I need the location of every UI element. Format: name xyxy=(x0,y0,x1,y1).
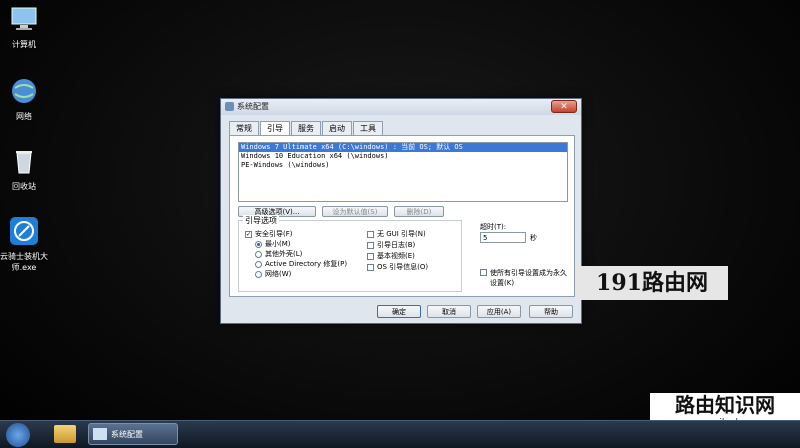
checkbox-icon xyxy=(367,241,374,249)
alternate-shell-radio[interactable]: 其他外壳(L) xyxy=(255,249,302,259)
desktop-icon-yunqishi[interactable]: 云骑士装机大师.exe xyxy=(0,216,54,273)
desktop-icon-network[interactable]: 网络 xyxy=(0,76,54,122)
minimal-radio[interactable]: 最小(M) xyxy=(255,239,291,249)
timeout-input[interactable]: 5 xyxy=(480,232,526,243)
help-button[interactable]: 帮助 xyxy=(529,305,573,318)
desktop-icon-label: 回收站 xyxy=(12,182,36,191)
timeout-unit: 秒 xyxy=(530,234,537,242)
dialog-title: 系统配置 xyxy=(237,102,269,111)
os-list-item[interactable]: Windows 7 Ultimate x64 (C:\windows) : 当前… xyxy=(239,143,567,152)
desktop-icon-label: 网络 xyxy=(16,112,32,121)
system-config-icon xyxy=(93,428,107,440)
checkbox-checked-icon: ✓ xyxy=(245,230,252,238)
taskbar: 系统配置 xyxy=(0,420,800,448)
permanent-settings-label: 使所有引导设置成为永久设置(K) xyxy=(490,269,567,287)
os-list-item[interactable]: Windows 10 Education x64 (\windows) xyxy=(239,152,567,161)
tab-bar: 常规 引导 服务 启动 工具 xyxy=(229,121,384,138)
checkbox-icon xyxy=(367,263,374,271)
delete-button[interactable]: 删除(D) xyxy=(394,206,444,217)
desktop-icon-label: 云骑士装机大师.exe xyxy=(0,252,48,272)
radio-icon xyxy=(255,270,262,278)
ok-button[interactable]: 确定 xyxy=(377,305,421,318)
taskbar-item-label: 系统配置 xyxy=(111,429,143,439)
network-globe-icon xyxy=(12,79,36,103)
watermark-191: 191路由网 xyxy=(576,266,728,300)
taskbar-item-system-config[interactable]: 系统配置 xyxy=(88,423,178,445)
timeout-label: 超时(T): xyxy=(480,223,507,231)
os-boot-info-label: OS 引导信息(O) xyxy=(377,263,429,271)
boot-options-title: 引导选项 xyxy=(243,215,279,226)
file-explorer-icon[interactable] xyxy=(54,425,76,443)
desktop-icon-label: 计算机 xyxy=(12,40,36,49)
tab-tools[interactable]: 工具 xyxy=(353,121,383,136)
os-list[interactable]: Windows 7 Ultimate x64 (C:\windows) : 当前… xyxy=(238,142,568,202)
desktop-icon-computer[interactable]: 计算机 xyxy=(0,4,54,50)
yunqishi-app-icon xyxy=(10,217,38,245)
close-button[interactable]: ✕ xyxy=(551,100,577,113)
system-config-icon xyxy=(225,102,234,111)
apply-button[interactable]: 应用(A) xyxy=(477,305,521,318)
radio-selected-icon xyxy=(255,240,262,248)
tab-services[interactable]: 服务 xyxy=(291,121,321,136)
start-button-icon[interactable] xyxy=(6,423,30,447)
tab-startup[interactable]: 启动 xyxy=(322,121,352,136)
os-list-item[interactable]: PE-Windows (\windows) xyxy=(239,161,567,170)
network-label: 网络(W) xyxy=(265,270,292,278)
safe-boot-label: 安全引导(F) xyxy=(255,230,293,238)
recycle-bin-icon xyxy=(16,151,32,174)
checkbox-icon xyxy=(367,230,374,238)
dialog-titlebar[interactable]: 系统配置 ✕ xyxy=(221,99,581,115)
boot-options-group: 引导选项 ✓ 安全引导(F) 最小(M) 其他外壳(L) Active Dire… xyxy=(238,215,462,292)
boot-log-checkbox[interactable]: 引导日志(B) xyxy=(367,240,415,250)
network-radio[interactable]: 网络(W) xyxy=(255,269,291,279)
checkbox-icon xyxy=(367,252,374,260)
boot-tab-panel: Windows 7 Ultimate x64 (C:\windows) : 当前… xyxy=(229,135,575,297)
checkbox-icon xyxy=(480,269,487,276)
desktop-icon-recycle-bin[interactable]: 回收站 xyxy=(0,146,54,192)
computer-icon xyxy=(11,7,37,30)
radio-icon xyxy=(255,260,262,268)
active-directory-radio[interactable]: Active Directory 修复(P) xyxy=(255,259,347,269)
active-directory-label: Active Directory 修复(P) xyxy=(265,260,348,268)
set-default-button[interactable]: 设为默认值(S) xyxy=(322,206,388,217)
tab-general[interactable]: 常规 xyxy=(229,121,259,136)
radio-icon xyxy=(255,250,262,258)
system-config-dialog: 系统配置 ✕ 常规 引导 服务 启动 工具 Windows 7 Ultimate… xyxy=(220,98,582,324)
minimal-label: 最小(M) xyxy=(265,240,291,248)
watermark-title: 路由知识网 xyxy=(675,393,775,417)
safe-boot-checkbox[interactable]: ✓ 安全引导(F) xyxy=(245,229,293,239)
boot-log-label: 引导日志(B) xyxy=(377,241,416,249)
base-video-checkbox[interactable]: 基本视频(E) xyxy=(367,251,415,261)
cancel-button[interactable]: 取消 xyxy=(427,305,471,318)
alternate-shell-label: 其他外壳(L) xyxy=(265,250,303,258)
base-video-label: 基本视频(E) xyxy=(377,252,415,260)
os-boot-info-checkbox[interactable]: OS 引导信息(O) xyxy=(367,262,428,272)
permanent-settings-checkbox[interactable]: 使所有引导设置成为永久设置(K) xyxy=(480,268,572,288)
no-gui-checkbox[interactable]: 无 GUI 引导(N) xyxy=(367,229,426,239)
no-gui-label: 无 GUI 引导(N) xyxy=(377,230,426,238)
